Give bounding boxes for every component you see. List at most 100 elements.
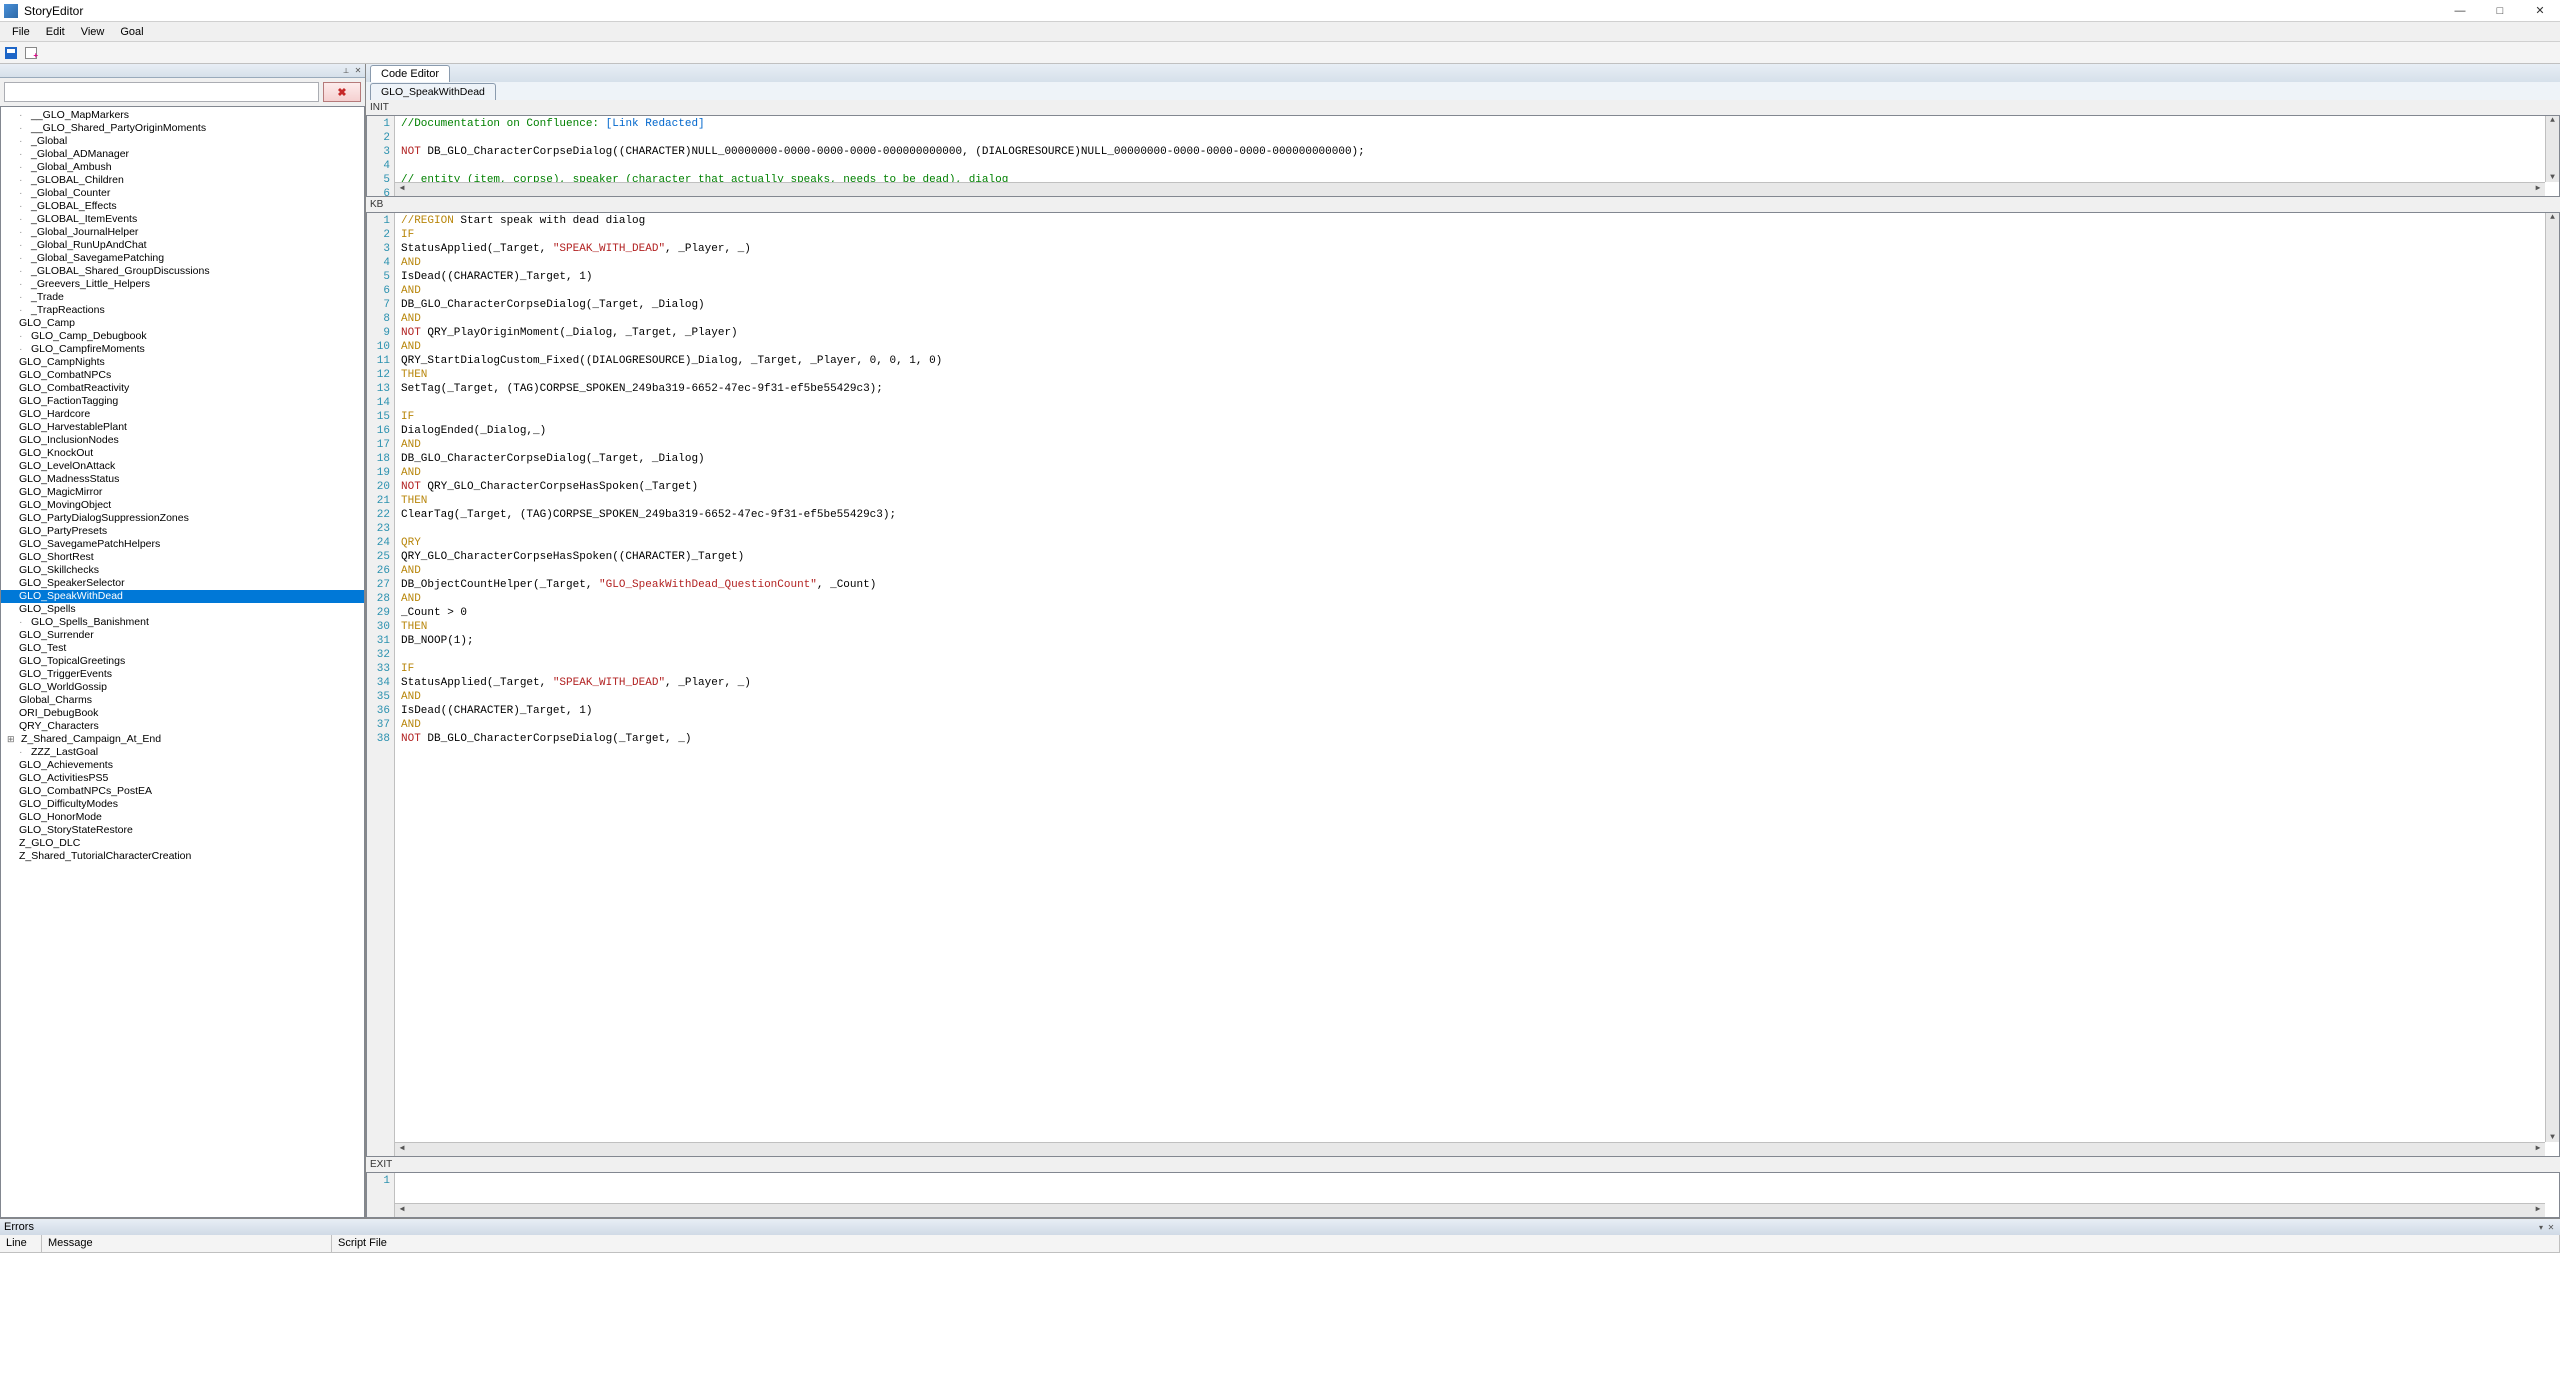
tree-item[interactable]: QRY_Characters	[1, 720, 364, 733]
tree-item[interactable]: _Global_ADManager	[1, 148, 364, 161]
tree-item[interactable]: GLO_Camp	[1, 317, 364, 330]
tree-item[interactable]: ORI_DebugBook	[1, 707, 364, 720]
exit-editor[interactable]: 1	[366, 1172, 2560, 1218]
errors-panel: Errors ▾ ✕ Line Message Script File	[0, 1218, 2560, 1400]
tree-item[interactable]: GLO_CampNights	[1, 356, 364, 369]
tree-item[interactable]: GLO_HarvestablePlant	[1, 421, 364, 434]
tree-item[interactable]: Z_Shared_TutorialCharacterCreation	[1, 850, 364, 863]
menubar: File Edit View Goal	[0, 22, 2560, 42]
tree-item[interactable]: GLO_Skillchecks	[1, 564, 364, 577]
tree-item[interactable]: GLO_CombatNPCs_PostEA	[1, 785, 364, 798]
errors-list	[0, 1253, 2560, 1400]
tree-item[interactable]: _Greevers_Little_Helpers	[1, 278, 364, 291]
errors-columns: Line Message Script File	[0, 1235, 2560, 1253]
col-message[interactable]: Message	[42, 1235, 332, 1252]
tab-file[interactable]: GLO_SpeakWithDead	[370, 83, 496, 100]
maximize-button[interactable]: □	[2480, 0, 2520, 21]
pin-icon[interactable]: ⟂	[341, 66, 351, 76]
tree-item[interactable]: GLO_CampfireMoments	[1, 343, 364, 356]
col-line[interactable]: Line	[0, 1235, 42, 1252]
tree-item[interactable]: GLO_Spells_Banishment	[1, 616, 364, 629]
tree-item[interactable]: _TrapReactions	[1, 304, 364, 317]
tree-item[interactable]: Global_Charms	[1, 694, 364, 707]
tree-item[interactable]: GLO_PartyDialogSuppressionZones	[1, 512, 364, 525]
menu-goal[interactable]: Goal	[112, 24, 151, 40]
tree-item[interactable]: ZZZ_LastGoal	[1, 746, 364, 759]
tree-item[interactable]: _Global	[1, 135, 364, 148]
titlebar: StoryEditor — □ ✕	[0, 0, 2560, 22]
goals-tree[interactable]: __GLO_MapMarkers__GLO_Shared_PartyOrigin…	[0, 106, 365, 1218]
tree-item[interactable]: _Global_Ambush	[1, 161, 364, 174]
tree-item[interactable]: Z_GLO_DLC	[1, 837, 364, 850]
tree-item[interactable]: Z_Shared_Campaign_At_End	[1, 733, 364, 746]
new-goal-button[interactable]	[22, 44, 40, 62]
search-input[interactable]	[4, 82, 319, 102]
app-icon	[4, 4, 18, 18]
tree-item[interactable]: GLO_TriggerEvents	[1, 668, 364, 681]
menu-edit[interactable]: Edit	[38, 24, 73, 40]
tree-item[interactable]: GLO_Hardcore	[1, 408, 364, 421]
tree-item[interactable]: _GLOBAL_Children	[1, 174, 364, 187]
tree-item[interactable]: __GLO_MapMarkers	[1, 109, 364, 122]
save-icon	[5, 47, 17, 59]
exit-hscroll[interactable]	[395, 1203, 2545, 1217]
tree-item[interactable]: GLO_Spells	[1, 603, 364, 616]
panel-close-icon[interactable]: ✕	[353, 66, 363, 76]
tree-item[interactable]: GLO_SpeakerSelector	[1, 577, 364, 590]
tree-item[interactable]: GLO_CombatReactivity	[1, 382, 364, 395]
errors-dropdown-icon[interactable]: ▾	[2536, 1222, 2546, 1232]
main-area: ⟂ ✕ ✖ __GLO_MapMarkers__GLO_Shared_Party…	[0, 64, 2560, 1218]
tab-code-editor[interactable]: Code Editor	[370, 65, 450, 82]
tree-item[interactable]: GLO_DifficultyModes	[1, 798, 364, 811]
menu-view[interactable]: View	[73, 24, 113, 40]
tree-item[interactable]: _Global_JournalHelper	[1, 226, 364, 239]
tree-item[interactable]: _Global_RunUpAndChat	[1, 239, 364, 252]
kb-editor[interactable]: 1234567891011121314151617181920212223242…	[366, 212, 2560, 1157]
tree-item[interactable]: GLO_Surrender	[1, 629, 364, 642]
tree-item[interactable]: GLO_Achievements	[1, 759, 364, 772]
init-hscroll[interactable]	[395, 182, 2545, 196]
tree-item[interactable]: GLO_ShortRest	[1, 551, 364, 564]
init-editor[interactable]: 1234567 //Documentation on Confluence: […	[366, 115, 2560, 197]
tree-item[interactable]: GLO_LevelOnAttack	[1, 460, 364, 473]
close-button[interactable]: ✕	[2520, 0, 2560, 21]
kb-vscroll[interactable]	[2545, 213, 2559, 1142]
tree-item[interactable]: GLO_FactionTagging	[1, 395, 364, 408]
tree-item[interactable]: GLO_StoryStateRestore	[1, 824, 364, 837]
tree-item[interactable]: _Global_Counter	[1, 187, 364, 200]
init-vscroll[interactable]	[2545, 116, 2559, 182]
tree-item[interactable]: _GLOBAL_ItemEvents	[1, 213, 364, 226]
tree-item[interactable]: GLO_MadnessStatus	[1, 473, 364, 486]
tree-item[interactable]: GLO_TopicalGreetings	[1, 655, 364, 668]
tree-item[interactable]: __GLO_Shared_PartyOriginMoments	[1, 122, 364, 135]
tree-item[interactable]: _GLOBAL_Shared_GroupDiscussions	[1, 265, 364, 278]
clear-search-button[interactable]: ✖	[323, 82, 361, 102]
exit-label: EXIT	[366, 1157, 2560, 1172]
tree-item[interactable]: GLO_SpeakWithDead	[1, 590, 364, 603]
tree-item[interactable]: GLO_MovingObject	[1, 499, 364, 512]
tree-item[interactable]: GLO_WorldGossip	[1, 681, 364, 694]
tree-item[interactable]: GLO_PartyPresets	[1, 525, 364, 538]
tree-item[interactable]: GLO_Camp_Debugbook	[1, 330, 364, 343]
new-icon	[25, 47, 37, 59]
tree-item[interactable]: GLO_MagicMirror	[1, 486, 364, 499]
tree-item[interactable]: GLO_InclusionNodes	[1, 434, 364, 447]
tree-item[interactable]: GLO_ActivitiesPS5	[1, 772, 364, 785]
tree-item[interactable]: _Trade	[1, 291, 364, 304]
save-button[interactable]	[2, 44, 20, 62]
kb-hscroll[interactable]	[395, 1142, 2545, 1156]
tree-item[interactable]: GLO_Test	[1, 642, 364, 655]
errors-close-icon[interactable]: ✕	[2546, 1222, 2556, 1232]
tree-item[interactable]: GLO_KnockOut	[1, 447, 364, 460]
menu-file[interactable]: File	[4, 24, 38, 40]
tree-item[interactable]: _GLOBAL_Effects	[1, 200, 364, 213]
tree-item[interactable]: GLO_SavegamePatchHelpers	[1, 538, 364, 551]
tree-item[interactable]: _Global_SavegamePatching	[1, 252, 364, 265]
minimize-button[interactable]: —	[2440, 0, 2480, 21]
goals-panel: ⟂ ✕ ✖ __GLO_MapMarkers__GLO_Shared_Party…	[0, 64, 366, 1218]
col-script-file[interactable]: Script File	[332, 1235, 2560, 1252]
tree-item[interactable]: GLO_HonorMode	[1, 811, 364, 824]
init-label: INIT	[366, 100, 2560, 115]
tree-item[interactable]: GLO_CombatNPCs	[1, 369, 364, 382]
toolbar	[0, 42, 2560, 64]
